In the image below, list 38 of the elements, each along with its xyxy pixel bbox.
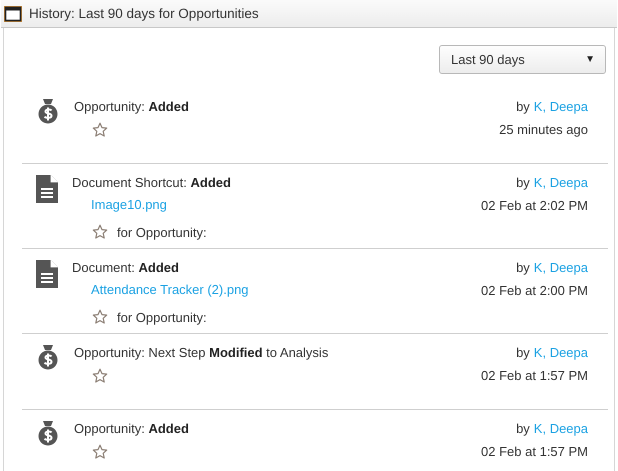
- entry-title: Opportunity: Added: [74, 420, 190, 438]
- caret-icon: ▼: [585, 54, 595, 65]
- timestamp: 02 Feb at 1:57 PM: [481, 367, 588, 385]
- timestamp: 25 minutes ago: [499, 121, 588, 139]
- star-icon[interactable]: [92, 444, 108, 460]
- entry-title: Document Shortcut: Added: [72, 174, 232, 192]
- file-link[interactable]: Attendance Tracker (2).png: [91, 279, 249, 301]
- entry-title: Opportunity: Added: [74, 98, 190, 116]
- by-label: by: [516, 421, 530, 436]
- timestamp: 02 Feb at 2:02 PM: [481, 197, 588, 215]
- star-icon[interactable]: [92, 368, 108, 384]
- context-label: for Opportunity:: [117, 224, 207, 240]
- panel-title: History: Last 90 days for Opportunities: [29, 6, 259, 21]
- author-link[interactable]: K, Deepa: [534, 99, 588, 114]
- entry-title: Document: Added: [72, 259, 180, 277]
- star-icon[interactable]: [92, 309, 108, 325]
- file-link[interactable]: Image10.png: [91, 194, 167, 216]
- author-link[interactable]: K, Deepa: [534, 345, 588, 360]
- money-bag-icon: [38, 98, 58, 124]
- by-label: by: [516, 99, 530, 114]
- timestamp: 02 Feb at 1:57 PM: [481, 443, 588, 461]
- entry-title: Opportunity: Next Step Modified to Analysis: [74, 344, 330, 362]
- money-bag-icon: [38, 344, 58, 370]
- star-icon[interactable]: [92, 122, 108, 138]
- timestamp: 02 Feb at 2:00 PM: [481, 282, 588, 300]
- author-link[interactable]: K, Deepa: [534, 175, 588, 190]
- by-label: by: [516, 345, 530, 360]
- document-icon: [35, 174, 59, 204]
- star-icon[interactable]: [92, 224, 108, 240]
- money-bag-icon: [38, 420, 58, 446]
- by-label: by: [516, 260, 530, 275]
- document-icon: [35, 259, 59, 289]
- by-label: by: [516, 175, 530, 190]
- period-dropdown[interactable]: Last 90 days ▼: [439, 45, 606, 74]
- author-link[interactable]: K, Deepa: [534, 421, 588, 436]
- window-icon: [4, 6, 22, 22]
- context-label: for Opportunity:: [117, 310, 207, 324]
- author-link[interactable]: K, Deepa: [534, 260, 588, 275]
